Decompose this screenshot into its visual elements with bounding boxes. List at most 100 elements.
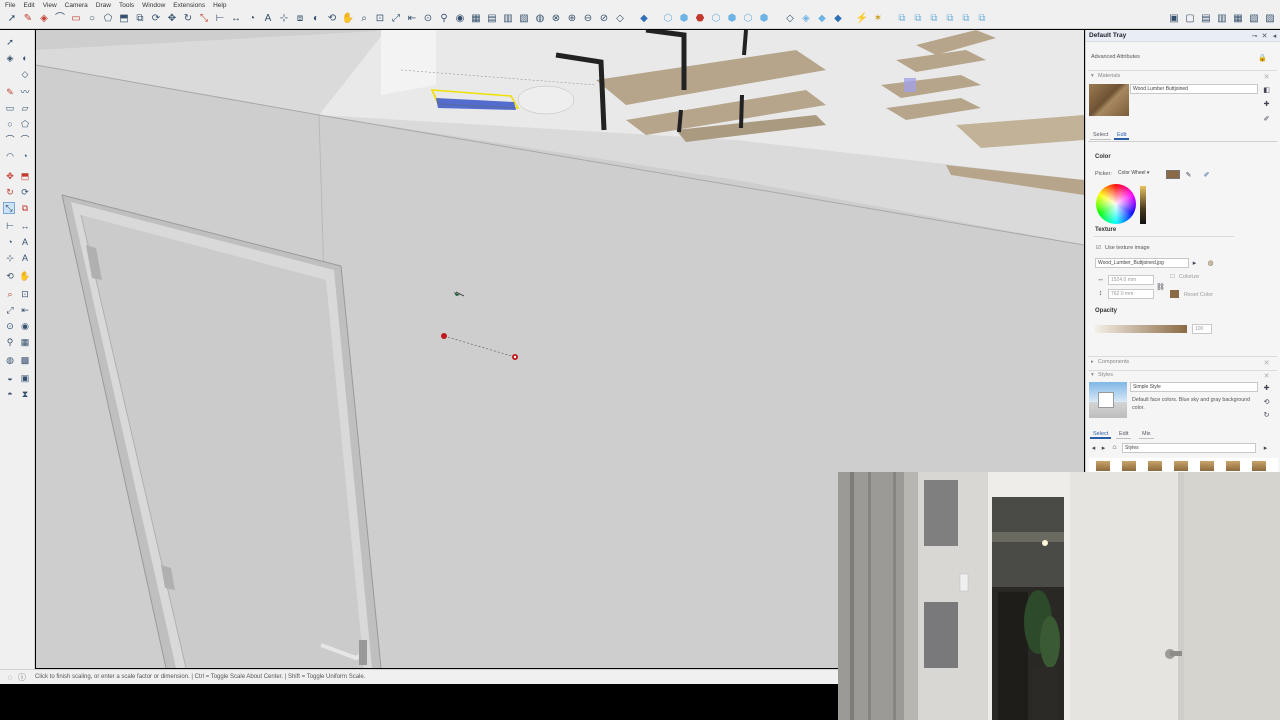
menu-camera[interactable]: Camera (65, 2, 88, 9)
flip-edge-icon[interactable]: ⧗ (19, 388, 31, 400)
freehand-icon[interactable]: 〰 (19, 86, 31, 98)
rectangle-icon[interactable]: ▭ (4, 102, 16, 114)
iso-view-icon[interactable]: ⬡ (662, 13, 674, 25)
hidden-line-icon[interactable]: ◆ (816, 13, 828, 25)
3d-text-icon[interactable]: ⧈ (294, 13, 306, 25)
style-tab-mix[interactable]: Mix (1139, 430, 1154, 439)
circle-tool-icon[interactable]: ○ (86, 13, 98, 25)
sample-paint-icon[interactable]: ✐ (1262, 114, 1271, 123)
edit-texture-icon[interactable]: ◍ (1206, 258, 1215, 267)
paint-icon[interactable]: ◐ (19, 52, 31, 64)
tape-icon[interactable]: ⊢ (4, 220, 16, 232)
sandbox-from-contours-icon[interactable]: ◍ (4, 354, 16, 366)
reset-color-swatch[interactable] (1170, 290, 1179, 298)
brightness-slider[interactable] (1140, 186, 1146, 224)
details-icon[interactable]: ▸ (1261, 443, 1270, 452)
tab-select[interactable]: Select (1090, 131, 1112, 140)
follow-me-icon[interactable]: ⟳ (19, 186, 31, 198)
menu-help[interactable]: Help (213, 2, 226, 9)
outer-shell-icon[interactable]: ◍ (534, 13, 546, 25)
instructor-icon[interactable]: ⧉ (960, 13, 972, 25)
two-point-arc-icon[interactable]: ⌒ (19, 134, 31, 146)
line-tool-icon[interactable]: ✎ (22, 13, 34, 25)
right-view-icon[interactable]: ⬡ (710, 13, 722, 25)
position-camera-icon[interactable]: ⊙ (4, 320, 16, 332)
info-icon[interactable]: ⓘ (17, 672, 27, 682)
walk-icon[interactable]: ⚲ (4, 336, 16, 348)
select-tool-icon[interactable]: ➚ (6, 13, 18, 25)
dimension-icon[interactable]: ↔ (19, 220, 31, 232)
union-icon[interactable]: ⊕ (566, 13, 578, 25)
warehouse-icon[interactable]: ▣ (1168, 13, 1180, 25)
xray-icon[interactable]: ◇ (784, 13, 796, 25)
drape-icon[interactable]: ◓ (4, 388, 16, 400)
sandbox-icon[interactable]: ◆ (638, 13, 650, 25)
tape-measure-icon[interactable]: ⊢ (214, 13, 226, 25)
offset-icon[interactable]: ⧉ (19, 202, 31, 214)
section-plane-icon[interactable]: ▦ (19, 336, 31, 348)
move-icon[interactable]: ✥ (4, 170, 16, 182)
rotated-rectangle-icon[interactable]: ▱ (19, 102, 31, 114)
entity-info-icon[interactable]: ⧉ (976, 13, 988, 25)
shadows-icon[interactable]: ⚡ (856, 13, 868, 25)
menu-tools[interactable]: Tools (119, 2, 134, 9)
rectangle-tool-icon[interactable]: ▭ (70, 13, 82, 25)
section-display-icon[interactable]: ▤ (486, 13, 498, 25)
scale-icon[interactable]: ⤡ (3, 202, 15, 214)
push-pull-tool-icon[interactable]: ⬒ (118, 13, 130, 25)
share-model-icon[interactable]: ▤ (1200, 13, 1212, 25)
move-tool-icon[interactable]: ✥ (166, 13, 178, 25)
picker-dropdown[interactable]: Color Wheel ▾ (1116, 169, 1162, 179)
style-collection-dropdown[interactable]: Styles (1122, 443, 1256, 453)
section-fill-icon[interactable]: ▧ (518, 13, 530, 25)
select-icon[interactable]: ➚ (4, 36, 16, 48)
axes-icon[interactable]: ⊹ (4, 252, 16, 264)
current-color-swatch[interactable] (1166, 170, 1180, 179)
expand-arrow-icon[interactable]: ▸ (1091, 359, 1094, 365)
offset-tool-icon[interactable]: ⧉ (134, 13, 146, 25)
menu-draw[interactable]: Draw (96, 2, 111, 9)
orbit-icon[interactable]: ⟲ (4, 270, 16, 282)
zoom-window-icon[interactable]: ⊡ (19, 288, 31, 300)
match-color-icon[interactable]: ✎ (1184, 170, 1193, 179)
subtract-icon[interactable]: ⊖ (582, 13, 594, 25)
left-view-icon[interactable]: ⬡ (742, 13, 754, 25)
create-material-icon[interactable]: ✚ (1262, 99, 1271, 108)
zoom-tool-icon[interactable]: ⌕ (358, 13, 370, 25)
close-icon[interactable]: ✕ (1260, 31, 1269, 40)
styles-section-header[interactable] (1088, 370, 1277, 380)
account-icon[interactable]: ▧ (1248, 13, 1260, 25)
menu-file[interactable]: File (5, 2, 15, 9)
intersect-icon[interactable]: ⊗ (550, 13, 562, 25)
walk-tool-icon[interactable]: ⚲ (438, 13, 450, 25)
look-around-icon[interactable]: ◉ (19, 320, 31, 332)
circle-icon[interactable]: ○ (4, 118, 16, 130)
menu-window[interactable]: Window (142, 2, 165, 9)
position-camera-icon[interactable]: ⊙ (422, 13, 434, 25)
close-section-icon[interactable]: ✕ (1262, 72, 1271, 81)
forward-icon[interactable]: ▸ (1099, 443, 1108, 452)
arc-icon[interactable]: ⌒ (4, 134, 16, 146)
layer-icon[interactable]: ⧉ (896, 13, 908, 25)
style-thumbnail[interactable] (1174, 461, 1188, 471)
update-style-icon[interactable]: ⟲ (1262, 397, 1271, 406)
back-icon[interactable]: ◂ (1089, 443, 1098, 452)
text-tool-icon[interactable]: A (262, 13, 274, 25)
tags-icon[interactable]: ⧉ (912, 13, 924, 25)
pencil-icon[interactable]: ✎ (4, 86, 16, 98)
expand-arrow-icon[interactable]: ▾ (1091, 73, 1094, 79)
trim-icon[interactable]: ⊘ (598, 13, 610, 25)
outliner-icon[interactable]: ⧉ (944, 13, 956, 25)
collapse-icon[interactable]: ◂ (1270, 31, 1279, 40)
style-thumbnail[interactable] (1096, 461, 1110, 471)
eraser-tool-icon[interactable]: ◈ (38, 13, 50, 25)
pan-tool-icon[interactable]: ✋ (342, 13, 354, 25)
components-header[interactable]: Components (1098, 359, 1129, 365)
layout-icon[interactable]: ▥ (1216, 13, 1228, 25)
style-thumbnail[interactable] (1148, 461, 1162, 471)
material-preview-swatch[interactable] (1089, 84, 1129, 116)
style-tab-select[interactable]: Select (1090, 430, 1112, 439)
smoove-icon[interactable]: ◒ (4, 372, 16, 384)
3d-text-icon[interactable]: A (19, 252, 31, 264)
top-view-icon[interactable]: ⬢ (678, 13, 690, 25)
